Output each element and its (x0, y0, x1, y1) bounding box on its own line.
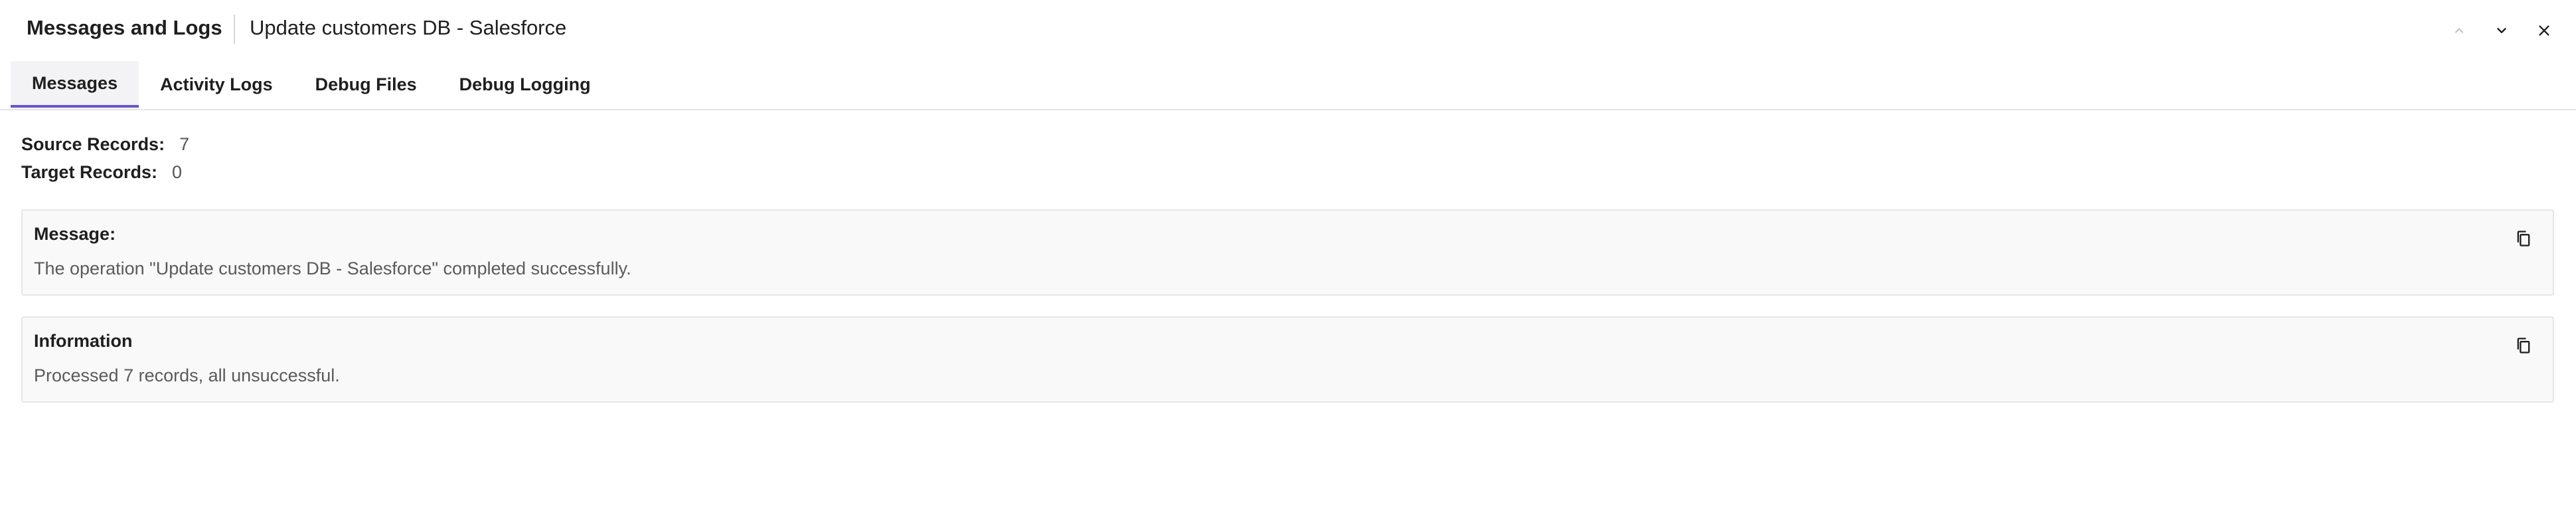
message-card-title: Message: (34, 224, 116, 244)
copy-icon (2514, 229, 2533, 251)
source-records-value: 7 (179, 134, 190, 154)
tab-messages[interactable]: Messages (11, 61, 139, 108)
tab-debug-logging[interactable]: Debug Logging (438, 61, 612, 108)
message-card: Message: The operation "Update customers… (21, 209, 2554, 296)
previous-button[interactable] (2447, 19, 2471, 43)
close-icon (2537, 23, 2551, 38)
tab-bar: Messages Activity Logs Debug Files Debug… (11, 61, 612, 108)
next-button[interactable] (2490, 19, 2514, 43)
copy-message-button[interactable] (2510, 227, 2537, 253)
target-records-label: Target Records: (21, 162, 158, 182)
target-records-value: 0 (172, 162, 183, 182)
copy-information-button[interactable] (2510, 334, 2537, 360)
tab-activity-logs[interactable]: Activity Logs (139, 61, 294, 108)
close-button[interactable] (2532, 19, 2556, 43)
tab-bar-divider (0, 109, 2576, 110)
header-actions (2447, 13, 2556, 48)
information-card: Information Processed 7 records, all uns… (21, 316, 2554, 403)
information-card-text: Processed 7 records, all unsuccessful. (34, 365, 340, 385)
message-card-text: The operation "Update customers DB - Sal… (34, 258, 631, 278)
copy-icon (2514, 336, 2533, 358)
source-records-label: Source Records: (21, 134, 165, 154)
tab-debug-files[interactable]: Debug Files (294, 61, 438, 108)
records-summary: Source Records: 7 Target Records: 0 (21, 134, 189, 190)
chevron-up-icon (2453, 24, 2466, 37)
header-divider (234, 15, 235, 44)
messages-and-logs-panel: Messages and Logs Update customers DB - … (0, 0, 2576, 505)
target-records-row: Target Records: 0 (21, 162, 189, 190)
information-card-title: Information (34, 331, 133, 351)
chevron-down-icon (2494, 23, 2509, 38)
panel-header: Messages and Logs Update customers DB - … (0, 0, 2576, 60)
source-records-row: Source Records: 7 (21, 134, 189, 162)
panel-title: Messages and Logs (27, 16, 222, 39)
operation-name: Update customers DB - Salesforce (250, 16, 567, 39)
